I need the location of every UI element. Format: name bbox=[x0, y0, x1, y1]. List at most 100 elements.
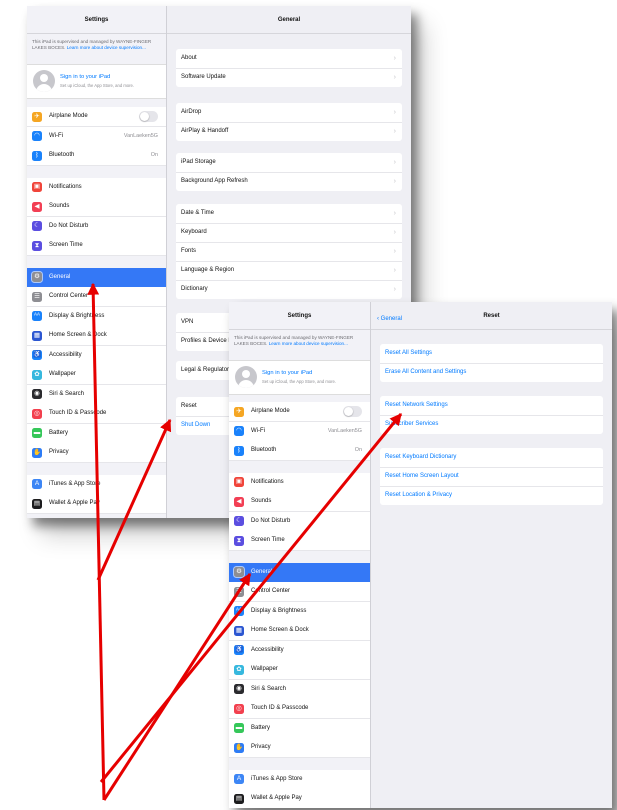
sidebar-item-general[interactable]: ⚙ General bbox=[27, 267, 166, 288]
divider bbox=[27, 33, 166, 34]
row-erase-all-content-and-settings[interactable]: Erase All Content and Settings bbox=[380, 363, 603, 382]
hand-icon: ✋ bbox=[234, 742, 244, 753]
row-about[interactable]: About › bbox=[176, 49, 402, 69]
notifications-icon: ▣ bbox=[32, 182, 42, 192]
sidebar-item-label: Home Screen & Dock bbox=[251, 627, 309, 633]
row-label: Erase All Content and Settings bbox=[385, 369, 467, 375]
sidebar-item-wallet-and-apple-pay[interactable]: ▤ Wallet & Apple Pay bbox=[27, 494, 166, 514]
sidebar-item-label: General bbox=[49, 273, 71, 280]
sidebar-item-home-screen-and-dock[interactable]: ▦ Home Screen & Dock bbox=[27, 326, 166, 346]
row-fonts[interactable]: Fonts › bbox=[176, 242, 402, 262]
row-keyboard[interactable]: Keyboard › bbox=[176, 223, 402, 243]
battery-icon: ▬ bbox=[234, 723, 244, 733]
airplane-icon: ✈ bbox=[32, 111, 42, 122]
sidebar-item-siri-and-search[interactable]: ◉ Siri & Search bbox=[27, 384, 166, 405]
settings-group: Reset Keyboard Dictionary Reset Home Scre… bbox=[380, 448, 603, 505]
sidebar-item-wi-fi[interactable]: ◠ Wi-Fi VanLaeken5G bbox=[27, 126, 166, 147]
sidebar-item-control-center[interactable]: ☰ Control Center bbox=[229, 582, 370, 602]
sidebar-item-home-screen-and-dock[interactable]: ▦ Home Screen & Dock bbox=[229, 621, 370, 641]
sign-in-row[interactable]: Sign in to your iPad Set up iCloud, the … bbox=[229, 360, 370, 395]
row-reset-location-and-privacy[interactable]: Reset Location & Privacy bbox=[380, 486, 603, 505]
row-label: AirPlay & Handoff bbox=[181, 128, 229, 134]
wallet-icon: ▤ bbox=[32, 498, 42, 509]
sidebar-item-wallpaper[interactable]: ✿ Wallpaper bbox=[229, 660, 370, 680]
sidebar-item-value: VanLaeken5G bbox=[123, 132, 158, 139]
wallet-icon: ▤ bbox=[234, 793, 244, 804]
sidebar-item-touch-id-and-passcode[interactable]: ◎ Touch ID & Passcode bbox=[229, 699, 370, 719]
sidebar-item-airplane-mode[interactable]: ✈ Airplane Mode bbox=[229, 402, 370, 422]
sidebar-item-label: Sounds bbox=[251, 498, 272, 504]
sign-in-row[interactable]: Sign in to your iPad Set up iCloud, the … bbox=[27, 64, 166, 99]
row-label: Shut Down bbox=[181, 422, 211, 428]
sidebar-item-label: Bluetooth bbox=[49, 152, 75, 158]
sidebar-item-accessibility[interactable]: ♿ Accessibility bbox=[229, 640, 370, 661]
sidebar-item-general[interactable]: ⚙ General bbox=[229, 562, 370, 583]
sidebar-item-privacy[interactable]: ✋ Privacy bbox=[27, 443, 166, 463]
row-label: Subscriber Services bbox=[385, 421, 439, 427]
sidebar-item-sounds[interactable]: ◀ Sounds bbox=[27, 197, 166, 217]
sidebar-item-wallet-and-apple-pay[interactable]: ▤ Wallet & Apple Pay bbox=[229, 789, 370, 808]
divider bbox=[371, 329, 612, 330]
row-subscriber-services[interactable]: Subscriber Services bbox=[380, 415, 603, 434]
sidebar-item-battery[interactable]: ▬ Battery bbox=[229, 718, 370, 739]
settings-group: iPad Storage › Background App Refresh › bbox=[176, 153, 402, 191]
sidebar-item-screen-time[interactable]: ⧗ Screen Time bbox=[27, 236, 166, 256]
sidebar-item-label: Wallet & Apple Pay bbox=[251, 795, 302, 801]
row-label: Fonts bbox=[181, 248, 197, 254]
sidebar-item-label: Control Center bbox=[49, 293, 89, 299]
toggles-icon: ☰ bbox=[234, 586, 244, 597]
sidebar-item-wi-fi[interactable]: ◠ Wi-Fi VanLaeken5G bbox=[229, 421, 370, 442]
airplane-mode-toggle[interactable] bbox=[139, 111, 158, 122]
sidebar-item-accessibility[interactable]: ♿ Accessibility bbox=[27, 345, 166, 366]
row-ipad-storage[interactable]: iPad Storage › bbox=[176, 153, 402, 173]
chevron-right-icon: › bbox=[393, 109, 396, 116]
supervision-notice: This iPad is supervised and managed by W… bbox=[32, 39, 161, 50]
sidebar-item-airplane-mode[interactable]: ✈ Airplane Mode bbox=[27, 107, 166, 127]
sidebar-item-label: Wi-Fi bbox=[251, 427, 265, 434]
row-reset-keyboard-dictionary[interactable]: Reset Keyboard Dictionary bbox=[380, 448, 603, 468]
row-label: Language & Region bbox=[181, 267, 235, 273]
sidebar-item-siri-and-search[interactable]: ◉ Siri & Search bbox=[229, 679, 370, 700]
sidebar-item-control-center[interactable]: ☰ Control Center bbox=[27, 287, 166, 307]
sidebar-item-label: Accessibility bbox=[49, 351, 82, 358]
chevron-right-icon: › bbox=[393, 229, 396, 236]
row-language-and-region[interactable]: Language & Region › bbox=[176, 261, 402, 281]
sidebar-item-itunes-and-app-store[interactable]: AiTunes & App Store bbox=[229, 769, 370, 790]
sidebar-item-bluetooth[interactable]: ᛒ Bluetooth On bbox=[229, 441, 370, 461]
airplane-mode-toggle[interactable] bbox=[343, 406, 362, 417]
accessibility-icon: ♿ bbox=[234, 645, 244, 655]
sidebar-item-touch-id-and-passcode[interactable]: ◎ Touch ID & Passcode bbox=[27, 404, 166, 424]
sidebar-item-bluetooth[interactable]: ᛒ Bluetooth On bbox=[27, 146, 166, 166]
gear-icon: ⚙ bbox=[32, 272, 42, 282]
supervision-link[interactable]: Learn more about device supervision... bbox=[269, 341, 348, 346]
sidebar-item-display-and-brightness[interactable]: ᴬᴬ Display & Brightness bbox=[229, 601, 370, 622]
gear-icon: ⚙ bbox=[234, 567, 244, 577]
row-airdrop[interactable]: AirDrop › bbox=[176, 103, 402, 123]
supervision-link[interactable]: Learn more about device supervision... bbox=[67, 45, 146, 50]
sidebar-item-notifications[interactable]: ▣ Notifications bbox=[229, 472, 370, 493]
sidebar-item-display-and-brightness[interactable]: ᴬᴬ Display & Brightness bbox=[27, 306, 166, 327]
sidebar-item-do-not-disturb[interactable]: ☾ Do Not Disturb bbox=[27, 216, 166, 237]
row-reset-home-screen-layout[interactable]: Reset Home Screen Layout bbox=[380, 467, 603, 487]
row-dictionary[interactable]: Dictionary › bbox=[176, 280, 402, 299]
sidebar-item-notifications[interactable]: ▣ Notifications bbox=[27, 177, 166, 198]
sidebar-item-privacy[interactable]: ✋ Privacy bbox=[229, 738, 370, 758]
pane-title: General bbox=[277, 17, 301, 23]
sidebar-item-value: VanLaeken5G bbox=[327, 427, 362, 434]
row-reset-network-settings[interactable]: Reset Network Settings bbox=[380, 396, 603, 416]
row-date-and-time[interactable]: Date & Time › bbox=[176, 204, 402, 224]
row-background-app-refresh[interactable]: Background App Refresh › bbox=[176, 172, 402, 191]
row-software-update[interactable]: Software Update › bbox=[176, 68, 402, 87]
sidebar-item-battery[interactable]: ▬ Battery bbox=[27, 423, 166, 444]
sidebar-item-do-not-disturb[interactable]: ☾ Do Not Disturb bbox=[229, 511, 370, 532]
row-label: Reset All Settings bbox=[385, 350, 433, 356]
sidebar-item-sounds[interactable]: ◀ Sounds bbox=[229, 492, 370, 512]
sidebar-item-itunes-and-app-store[interactable]: AiTunes & App Store bbox=[27, 474, 166, 495]
sidebar-item-wallpaper[interactable]: ✿ Wallpaper bbox=[27, 365, 166, 385]
sidebar-item-label: Wi-Fi bbox=[49, 132, 63, 139]
row-label: Keyboard bbox=[181, 229, 207, 235]
row-reset-all-settings[interactable]: Reset All Settings bbox=[380, 344, 603, 364]
row-airplay-and-handoff[interactable]: AirPlay & Handoff › bbox=[176, 122, 402, 141]
sidebar-item-screen-time[interactable]: ⧗ Screen Time bbox=[229, 531, 370, 551]
sidebar-title: Settings bbox=[84, 17, 109, 23]
